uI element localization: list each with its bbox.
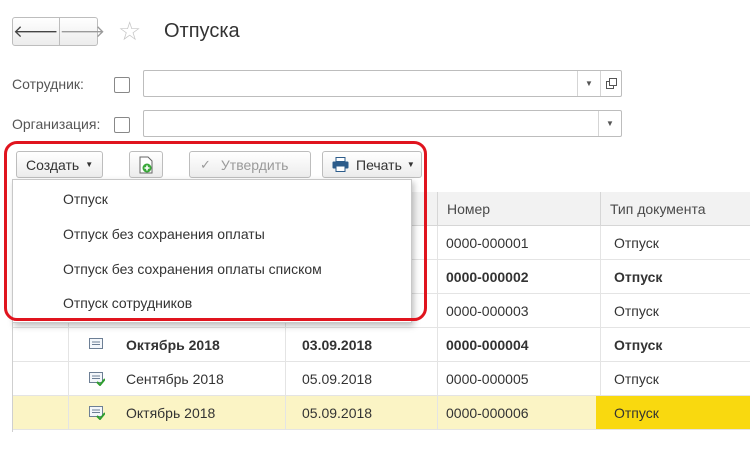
chevron-down-icon: ▼ [585, 79, 593, 88]
type-cell: Отпуск [614, 303, 659, 319]
navigation-buttons: 🡐 🡒 [12, 17, 105, 46]
type-cell: Отпуск [614, 269, 663, 285]
organization-dropdown-button[interactable]: ▼ [598, 111, 621, 136]
back-button[interactable]: 🡐 [13, 18, 59, 45]
type-cell: Отпуск [614, 405, 659, 421]
number-cell: 0000-000002 [446, 269, 529, 285]
favorite-star-icon[interactable]: ☆ [118, 17, 141, 45]
employee-field[interactable]: ▼ [143, 70, 622, 97]
highlight-frame [4, 141, 427, 321]
table-row[interactable]: Октябрь 2018 05.09.2018 0000-000006 Отпуск [13, 396, 750, 430]
organization-checkbox[interactable] [114, 117, 130, 133]
period-cell: Октябрь 2018 [126, 405, 216, 421]
column-header-type[interactable]: Тип документа [600, 192, 750, 226]
number-cell: 0000-000004 [446, 337, 529, 353]
forward-arrow-icon: 🡒 [59, 21, 106, 41]
number-cell: 0000-000006 [446, 405, 529, 421]
open-window-icon [605, 78, 617, 89]
number-cell: 0000-000005 [446, 371, 529, 387]
date-cell: 05.09.2018 [302, 371, 373, 387]
date-cell: 05.09.2018 [302, 405, 373, 421]
page-title: Отпуска [164, 20, 240, 42]
type-cell: Отпуск [614, 337, 663, 353]
back-arrow-icon: 🡐 [13, 21, 59, 41]
organization-field[interactable]: ▼ [143, 110, 622, 137]
number-cell: 0000-000001 [446, 235, 529, 251]
date-cell: 03.09.2018 [302, 337, 373, 353]
employee-checkbox[interactable] [114, 77, 130, 93]
document-icon [89, 338, 103, 349]
table-row[interactable]: Октябрь 2018 03.09.2018 0000-000004 Отпуск [13, 328, 750, 362]
organization-label: Организация: [12, 116, 101, 132]
period-cell: Октябрь 2018 [126, 337, 220, 353]
document-posted-icon [89, 406, 105, 420]
employee-label: Сотрудник: [12, 76, 84, 92]
forward-button[interactable]: 🡒 [58, 18, 106, 45]
period-cell: Сентябрь 2018 [126, 371, 224, 387]
employee-open-button[interactable] [600, 71, 621, 96]
employee-dropdown-button[interactable]: ▼ [577, 71, 600, 96]
column-header-number[interactable]: Номер [437, 192, 600, 226]
number-cell: 0000-000003 [446, 303, 529, 319]
document-posted-icon [89, 372, 105, 386]
table-row[interactable]: Сентябрь 2018 05.09.2018 0000-000005 Отпуск [13, 362, 750, 396]
type-cell: Отпуск [614, 235, 659, 251]
type-cell: Отпуск [614, 371, 659, 387]
chevron-down-icon: ▼ [606, 119, 614, 128]
